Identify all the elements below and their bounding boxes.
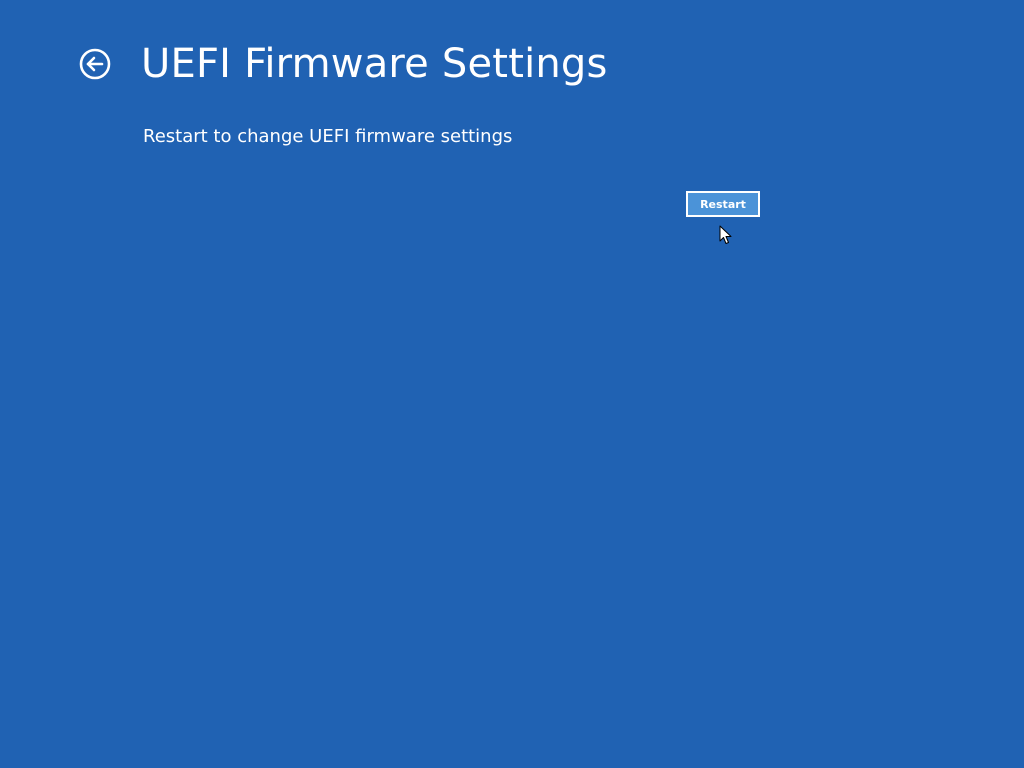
page-title: UEFI Firmware Settings — [141, 41, 608, 87]
mouse-pointer-icon — [719, 225, 732, 244]
back-arrow-circle-icon — [79, 48, 111, 80]
restart-button[interactable]: Restart — [686, 191, 760, 217]
back-button[interactable] — [79, 48, 111, 80]
description-text: Restart to change UEFI firmware settings — [143, 126, 513, 147]
